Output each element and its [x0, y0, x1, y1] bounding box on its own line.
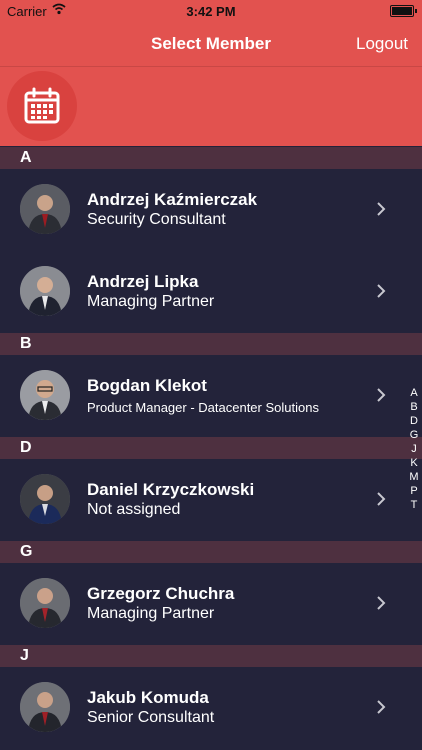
index-letter[interactable]: J: [408, 442, 420, 456]
index-letter[interactable]: A: [408, 386, 420, 400]
member-row[interactable]: Jakub Komuda Senior Consultant: [0, 667, 422, 749]
chevron-right-icon: [377, 202, 386, 216]
index-letter[interactable]: B: [408, 400, 420, 414]
section-letter: J: [20, 647, 29, 664]
avatar: [20, 184, 70, 234]
section-header: D: [0, 437, 422, 459]
member-role: Managing Partner: [87, 293, 215, 310]
logout-button[interactable]: Logout: [356, 34, 408, 54]
member-name: Jakub Komuda: [87, 688, 209, 707]
member-role: Not assigned: [87, 501, 181, 518]
index-letter[interactable]: D: [408, 414, 420, 428]
member-row[interactable]: Daniel Krzyczkowski Not assigned: [0, 459, 422, 541]
avatar: [20, 266, 70, 316]
section-letter: A: [20, 149, 32, 166]
section-header: G: [0, 541, 422, 563]
status-time: 3:42 PM: [186, 4, 236, 19]
section-header: B: [0, 333, 422, 355]
section-letter: B: [20, 335, 32, 352]
member-role: Security Consultant: [87, 211, 226, 228]
index-letter[interactable]: K: [408, 456, 420, 470]
avatar: [20, 578, 70, 628]
section-letter: G: [20, 543, 33, 560]
calendar-button[interactable]: [7, 71, 77, 141]
section-index[interactable]: A B D G J K M P T: [408, 386, 420, 512]
chevron-right-icon: [377, 492, 386, 506]
index-letter[interactable]: M: [408, 470, 420, 484]
member-row[interactable]: Andrzej Lipka Managing Partner: [0, 251, 422, 333]
member-row[interactable]: Andrzej Kaźmierczak Security Consultant: [0, 169, 422, 251]
member-name: Grzegorz Chuchra: [87, 584, 235, 603]
avatar: [20, 682, 70, 732]
section-letter: D: [20, 439, 32, 456]
member-row[interactable]: Bogdan Klekot Product Manager - Datacent…: [0, 355, 422, 437]
chevron-right-icon: [377, 388, 386, 402]
member-name: Andrzej Lipka: [87, 272, 199, 291]
member-name: Bogdan Klekot: [87, 376, 207, 395]
chevron-right-icon: [377, 284, 386, 298]
member-role: Product Manager - Datacenter Solutions: [87, 400, 319, 415]
chevron-right-icon: [377, 596, 386, 610]
index-letter[interactable]: P: [408, 484, 420, 498]
calendar-icon: [24, 87, 60, 124]
toolbar: [0, 67, 422, 146]
status-bar: Carrier 3:42 PM: [0, 0, 422, 22]
battery-icon: [390, 5, 417, 17]
chevron-right-icon: [377, 700, 386, 714]
member-role: Managing Partner: [87, 605, 215, 622]
member-role: Senior Consultant: [87, 709, 215, 726]
section-header: J: [0, 645, 422, 667]
member-row[interactable]: Grzegorz Chuchra Managing Partner: [0, 563, 422, 645]
member-name: Andrzej Kaźmierczak: [87, 190, 258, 209]
index-letter[interactable]: G: [408, 428, 420, 442]
section-header: A: [0, 147, 422, 169]
avatar: [20, 474, 70, 524]
index-letter[interactable]: T: [408, 498, 420, 512]
nav-bar: Select Member Logout: [0, 22, 422, 67]
avatar: [20, 370, 70, 420]
member-name: Daniel Krzyczkowski: [87, 480, 255, 499]
